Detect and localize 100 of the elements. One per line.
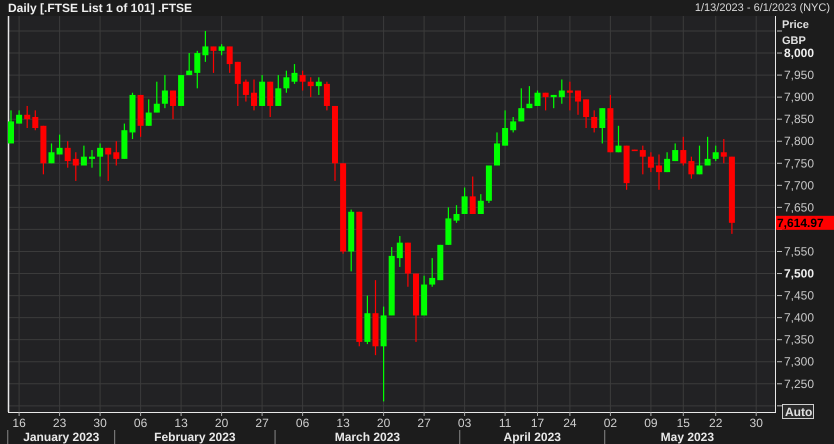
currency-label: GBP xyxy=(782,35,806,47)
candlestick xyxy=(275,75,282,106)
candlestick xyxy=(599,108,606,144)
auto-button[interactable]: Auto xyxy=(782,404,814,419)
candlestick xyxy=(575,90,581,115)
candlestick xyxy=(704,136,711,166)
price-tick-label: 7,650 xyxy=(784,200,814,214)
candlestick xyxy=(526,86,532,108)
month-label: January 2023 xyxy=(23,430,100,444)
candlestick xyxy=(40,126,46,174)
price-tick-label: 7,850 xyxy=(784,112,814,126)
price-tick-label: 7,900 xyxy=(784,90,814,104)
candlestick xyxy=(178,75,184,106)
candlestick xyxy=(413,274,419,342)
candlestick xyxy=(550,94,557,108)
candlestick xyxy=(445,207,452,245)
date-tick-label: 20 xyxy=(214,416,228,430)
date-tick-label: 23 xyxy=(52,416,66,430)
candlestick xyxy=(194,50,200,88)
price-tick-label: 7,250 xyxy=(784,376,814,391)
candlestick xyxy=(696,146,702,174)
candlestick xyxy=(421,276,428,316)
chart-title: Daily [.FTSE List 1 of 101] .FTSE xyxy=(8,1,192,15)
date-range: 1/13/2023 - 6/1/2023 (NYC) xyxy=(694,2,830,14)
date-tick-label: 11 xyxy=(498,416,512,430)
candlestick xyxy=(170,90,176,120)
candlestick xyxy=(396,236,403,267)
last-price-label: 7,614.97 xyxy=(776,216,834,230)
date-tick-label: 15 xyxy=(676,416,690,430)
price-tick-label: 7,400 xyxy=(784,310,814,325)
price-tick-label: 7,350 xyxy=(784,332,814,347)
date-tick-label: 30 xyxy=(93,416,107,430)
candlestick xyxy=(664,152,670,172)
candlestick xyxy=(388,247,395,316)
candlestick xyxy=(234,62,241,106)
candlestick xyxy=(267,82,274,117)
candlestick xyxy=(470,176,476,214)
price-tick-label: 8,000 xyxy=(784,46,814,60)
candlestick xyxy=(558,80,565,104)
candlestick xyxy=(510,116,516,132)
candlestick xyxy=(130,92,136,140)
price-tick-label: 7,700 xyxy=(784,178,814,192)
candlestick xyxy=(210,46,216,73)
candlestick xyxy=(259,75,266,106)
month-label: May 2023 xyxy=(660,430,714,444)
date-tick-label: 16 xyxy=(12,416,26,430)
date-tick-label: 22 xyxy=(709,416,722,430)
candlestick xyxy=(624,146,630,190)
month-label: February 2023 xyxy=(154,430,236,444)
candlestick xyxy=(105,148,112,181)
price-tick-label: 7,550 xyxy=(784,244,814,258)
date-tick-label: 06 xyxy=(296,416,310,430)
price-tick-label: 7,950 xyxy=(784,68,814,82)
candlestick xyxy=(478,194,484,214)
date-tick-label: 02 xyxy=(604,416,618,430)
price-tick-label: 7,800 xyxy=(784,134,814,148)
candlestick xyxy=(348,210,354,272)
date-tick-label: 13 xyxy=(336,416,350,430)
candlestick xyxy=(48,143,54,164)
candlestick xyxy=(640,146,646,174)
date-tick-label: 30 xyxy=(750,416,763,430)
candlestick xyxy=(688,156,694,179)
date-tick-label: 20 xyxy=(376,416,390,430)
date-tick-label: 27 xyxy=(417,416,431,430)
axis-title: Price xyxy=(782,19,809,31)
candlestick xyxy=(121,124,128,159)
date-tick-label: 03 xyxy=(458,416,472,430)
price-tick-label: 7,750 xyxy=(784,156,814,170)
candlestick xyxy=(583,99,590,128)
candlestick xyxy=(80,146,87,166)
candlestick xyxy=(502,110,508,146)
candlestick xyxy=(462,188,468,214)
candlestick xyxy=(632,150,638,152)
date-tick-label: 24 xyxy=(563,416,577,430)
candlestick xyxy=(648,152,654,172)
candlestick xyxy=(404,242,411,287)
candlestick xyxy=(720,139,727,164)
candlestick xyxy=(656,154,662,190)
candlestick xyxy=(292,64,298,84)
candlestick xyxy=(202,31,208,62)
candlestick xyxy=(242,80,249,102)
candlestick xyxy=(72,152,79,181)
candlestick xyxy=(186,53,192,76)
candlestick xyxy=(308,77,314,98)
candlestick xyxy=(591,110,598,132)
candlestick xyxy=(566,82,573,110)
candlestick xyxy=(429,258,436,287)
date-tick-label: 27 xyxy=(255,416,269,430)
date-tick-label: 13 xyxy=(174,416,188,430)
candlestick xyxy=(672,143,678,162)
candlestick xyxy=(616,126,622,152)
candlestick xyxy=(226,46,233,73)
candlestick xyxy=(146,99,152,126)
candlestick xyxy=(64,141,71,168)
candlestick xyxy=(680,136,686,166)
candlestick xyxy=(712,146,719,162)
candlestick xyxy=(316,77,322,95)
candlestick xyxy=(607,94,614,152)
candlestick xyxy=(218,44,225,56)
candlestick xyxy=(534,90,540,106)
